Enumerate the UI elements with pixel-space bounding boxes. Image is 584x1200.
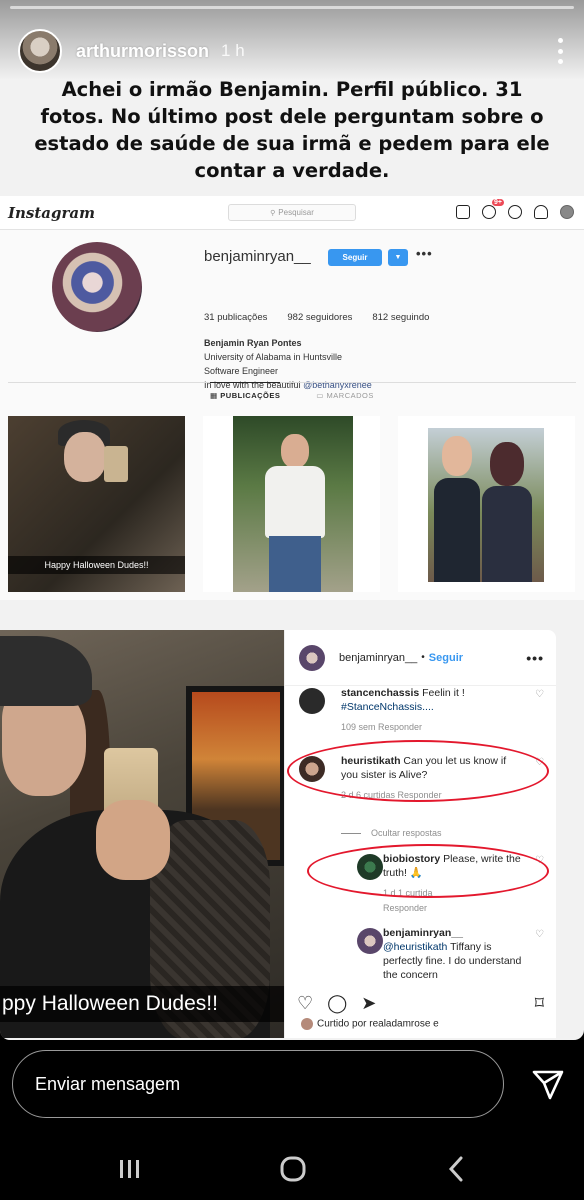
profile-more-icon: ••• — [416, 246, 433, 261]
ig-search-field: ⚲ Pesquisar — [228, 204, 356, 221]
story-username[interactable]: arthurmorisson — [76, 41, 209, 62]
post-image-head-1 — [442, 436, 472, 476]
post-more-icon: ••• — [526, 649, 544, 666]
heart-icon: ♡ — [535, 929, 544, 940]
following-count: 812 seguindo — [372, 312, 430, 323]
instagram-logo: Instagram — [8, 203, 95, 222]
post-comments-panel: benjaminryan__ • Seguir ••• stancenchass… — [284, 630, 556, 1038]
tab-posts: ▦ PUBLICAÇÕES — [210, 382, 281, 404]
story-avatar[interactable] — [18, 29, 62, 73]
posts-count: 31 publicações — [204, 312, 268, 323]
story-progress-bar — [10, 6, 574, 9]
post-image-head-2 — [490, 442, 524, 486]
bio-line-job: Software Engineer — [204, 366, 279, 376]
comment-mention: @heuristikath — [383, 941, 448, 953]
tag-icon: ▭ — [316, 391, 327, 400]
profile-avatar — [52, 242, 142, 332]
liked-by-text: Curtido por realadamrose e — [317, 1018, 439, 1030]
bio-name: Benjamin Ryan Pontes — [204, 338, 302, 348]
android-nav-bar — [0, 1140, 584, 1200]
post-image-person-2 — [482, 486, 532, 582]
comment-body: benjaminryan__ @heuristikath Tiffany is … — [383, 926, 546, 982]
separator-dot: • — [421, 652, 425, 663]
follow-button: Seguir — [328, 249, 382, 266]
heart-icon: ♡ — [535, 689, 544, 700]
comment-body: stancenchassis Feelin it ! #StanceNchass… — [341, 686, 546, 734]
recent-apps-icon[interactable] — [115, 1154, 145, 1184]
profile-tabs: ▦ PUBLICAÇÕES ▭ MARCADOS — [8, 382, 576, 404]
post-image-jeans — [269, 536, 321, 592]
search-placeholder: Pesquisar — [278, 208, 314, 217]
story-time: 1 h — [221, 41, 245, 60]
post-author-username: benjaminryan__ — [339, 651, 418, 664]
comment-icon: ◯ — [327, 992, 348, 1013]
post-actions: ♡ ◯ ➤ ⌑ — [297, 992, 544, 1014]
annotation-circle-truth — [307, 844, 549, 898]
post-follow-link: Seguir — [428, 651, 464, 664]
heart-icon — [534, 205, 548, 219]
grid-icon: ▦ — [210, 391, 221, 400]
posts-grid: Happy Halloween Dudes!! — [8, 416, 576, 592]
post-image-person-1 — [434, 478, 480, 582]
tab-posts-label: PUBLICAÇÕES — [220, 391, 281, 400]
message-field-container[interactable] — [12, 1050, 504, 1118]
annotation-circle-question — [287, 740, 549, 802]
comment-username: stancenchassis — [341, 687, 420, 699]
grid-post-portrait — [203, 416, 380, 592]
followers-count: 982 seguidores — [287, 312, 353, 323]
ig-nav-icons: 9+ — [456, 199, 574, 219]
grid-post-caption: Happy Halloween Dudes!! — [8, 556, 185, 574]
grid-post-halloween: Happy Halloween Dudes!! — [8, 416, 185, 592]
profile-username: benjaminryan__ — [204, 248, 311, 265]
message-input[interactable] — [35, 1073, 455, 1095]
post-image-face — [64, 432, 106, 482]
bookmark-icon: ⌑ — [534, 992, 544, 1013]
comment-username: benjaminryan__ — [383, 927, 463, 939]
share-icon: ➤ — [361, 992, 377, 1013]
chevron-down-icon: ▼ — [388, 249, 408, 266]
compass-icon — [508, 205, 522, 219]
ig-profile-header: benjaminryan__ Seguir ▼ ••• 31 publicaçõ… — [0, 230, 584, 390]
liked-by: Curtido por realadamrose e — [301, 1018, 439, 1030]
liked-by-avatar — [301, 1018, 313, 1030]
story-header: arthurmorisson 1 h — [18, 28, 566, 74]
post-photo-caption: ppy Halloween Dudes!! — [0, 986, 286, 1022]
story-view[interactable]: arthurmorisson 1 h Achei o irmão Benjami… — [0, 0, 584, 1040]
grid-post-couple — [398, 416, 575, 592]
back-icon[interactable] — [442, 1154, 472, 1184]
comment-reply-link: Responder — [383, 903, 428, 913]
photo-beanie — [0, 636, 92, 706]
more-options-icon[interactable] — [554, 38, 566, 64]
comment-meta: 109 sem Responder — [341, 722, 423, 732]
post-image-phone — [104, 446, 128, 482]
post-photo: ppy Halloween Dudes!! — [0, 630, 286, 1038]
send-icon[interactable] — [530, 1066, 566, 1102]
post-author-avatar — [299, 644, 325, 671]
search-icon: ⚲ — [270, 209, 276, 217]
tab-tagged-label: MARCADOS — [326, 391, 374, 400]
like-icon: ♡ — [297, 992, 314, 1013]
home-icon[interactable] — [278, 1154, 308, 1184]
comment-avatar — [357, 928, 383, 954]
instagram-profile-screenshot: Instagram ⚲ Pesquisar 9+ benjaminryan__ … — [0, 196, 584, 600]
comment-item: benjaminryan__ @heuristikath Tiffany is … — [299, 926, 546, 982]
comment-avatar — [299, 688, 325, 714]
tab-tagged: ▭ MARCADOS — [316, 391, 374, 404]
comment-item: stancenchassis Feelin it ! #StanceNchass… — [299, 686, 546, 734]
comment-hashtag: #StanceNchassis.... — [341, 701, 434, 713]
profile-avatar-icon — [560, 205, 574, 219]
hide-replies-link: Ocultar respostas — [341, 828, 442, 838]
photo-hand — [96, 800, 170, 880]
home-icon — [456, 205, 470, 219]
post-image-shirt — [265, 466, 325, 538]
post-header: benjaminryan__ • Seguir ••• — [285, 630, 556, 686]
post-image-head — [281, 434, 309, 468]
bio-line-university: University of Alabama in Huntsville — [204, 352, 343, 362]
profile-stats: 31 publicações 982 seguidores 812 seguin… — [204, 312, 429, 323]
story-caption: Achei o irmão Benjamin. Perfil público. … — [34, 78, 550, 182]
activity-icon: 9+ — [482, 199, 504, 219]
notification-badge: 9+ — [492, 199, 504, 206]
comment-text: Feelin it ! — [419, 687, 465, 699]
